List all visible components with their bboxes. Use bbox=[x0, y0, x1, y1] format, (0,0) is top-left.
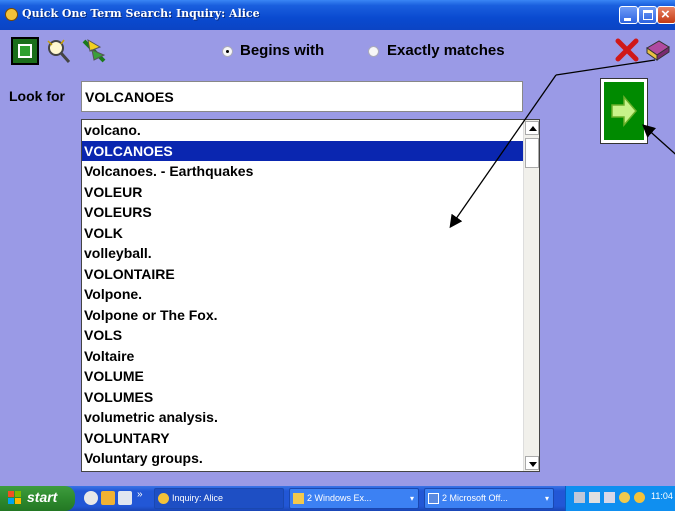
window-title: Quick One Term Search: Inquiry: Alice bbox=[22, 7, 260, 20]
tray-network-icon[interactable] bbox=[574, 492, 585, 503]
cancel-button[interactable] bbox=[613, 36, 641, 64]
list-item[interactable]: Volpone. bbox=[82, 284, 524, 305]
list-items: volcano. VOLCANOES Volcanoes. - Earthquake… bbox=[82, 120, 524, 469]
search-input[interactable] bbox=[81, 81, 523, 112]
maximize-button[interactable] bbox=[638, 6, 657, 24]
start-button[interactable]: start bbox=[0, 486, 75, 511]
scrollbar[interactable] bbox=[523, 120, 539, 471]
windows-flag-icon bbox=[8, 491, 21, 504]
browse-icon bbox=[82, 39, 106, 63]
quicklaunch-more-button[interactable]: » bbox=[137, 489, 143, 500]
scroll-thumb[interactable] bbox=[525, 138, 539, 168]
clock: 11:04 bbox=[651, 491, 673, 501]
list-item[interactable]: VOLEUR bbox=[82, 182, 524, 203]
list-item[interactable]: VOLUMES bbox=[82, 387, 524, 408]
arrow-down-icon bbox=[529, 462, 537, 467]
tray-display-icon[interactable] bbox=[589, 492, 600, 503]
list-item[interactable]: Voluntary groups. bbox=[82, 448, 524, 469]
arrow-right-icon bbox=[611, 94, 637, 128]
results-list[interactable]: volcano. VOLCANOES Volcanoes. - Earthquake… bbox=[81, 119, 540, 472]
arrow-up-icon bbox=[529, 126, 537, 131]
close-icon bbox=[615, 38, 639, 62]
toolbar: Begins with Exactly matches bbox=[0, 32, 675, 70]
help-button[interactable] bbox=[644, 36, 672, 64]
begins-with-radio[interactable] bbox=[222, 46, 233, 57]
tray-security-icon[interactable] bbox=[619, 492, 630, 503]
list-item[interactable]: volumetric analysis. bbox=[82, 407, 524, 428]
list-item[interactable]: VOLONTAIRE bbox=[82, 264, 524, 285]
minimize-button[interactable] bbox=[619, 6, 638, 24]
list-item[interactable]: VOLK bbox=[82, 223, 524, 244]
minimize-icon bbox=[624, 18, 631, 21]
quicklaunch-mail-icon[interactable] bbox=[101, 491, 115, 505]
close-icon: × bbox=[661, 6, 670, 23]
task-label: 2 Microsoft Off... bbox=[442, 493, 508, 503]
list-item[interactable]: volleyball. bbox=[82, 243, 524, 264]
chevron-down-icon: ▾ bbox=[409, 494, 414, 503]
list-item[interactable]: Volpone or The Fox. bbox=[82, 305, 524, 326]
display-button[interactable] bbox=[11, 37, 39, 65]
title-bar: Quick One Term Search: Inquiry: Alice × bbox=[0, 0, 675, 30]
scroll-up-button[interactable] bbox=[525, 121, 539, 135]
look-for-label: Look for bbox=[9, 88, 65, 104]
task-label: 2 Windows Ex... bbox=[307, 493, 372, 503]
list-item[interactable]: VOLS bbox=[82, 325, 524, 346]
list-item[interactable]: Volcanoes. - Earthquakes bbox=[82, 161, 524, 182]
list-item[interactable]: Voltaire bbox=[82, 346, 524, 367]
tray-printer-icon[interactable] bbox=[604, 492, 615, 503]
annotation-arrow-go bbox=[642, 124, 675, 155]
exactly-matches-label: Exactly matches bbox=[387, 42, 505, 59]
task-inquiry-alice[interactable]: Inquiry: Alice bbox=[154, 488, 284, 509]
list-item[interactable]: VOLUNTARY bbox=[82, 428, 524, 449]
inquiry-app-icon bbox=[158, 493, 169, 504]
quicklaunch-browser-icon[interactable] bbox=[84, 491, 98, 505]
tray-app-icon[interactable] bbox=[634, 492, 645, 503]
taskbar: start » Inquiry: Alice 2 Windows Ex... ▾… bbox=[0, 486, 675, 511]
browse-button[interactable] bbox=[80, 37, 108, 65]
list-item[interactable]: volcano. bbox=[82, 120, 524, 141]
list-item[interactable]: VOLCANOES bbox=[82, 140, 524, 161]
app-icon bbox=[5, 8, 18, 21]
app-window: Quick One Term Search: Inquiry: Alice × … bbox=[0, 0, 675, 511]
quicklaunch-desktop-icon[interactable] bbox=[118, 491, 132, 505]
book-icon bbox=[646, 40, 670, 61]
list-item[interactable]: VOLEURS bbox=[82, 202, 524, 223]
folder-icon bbox=[293, 493, 304, 504]
go-button[interactable] bbox=[600, 78, 648, 144]
office-icon bbox=[428, 493, 439, 504]
task-microsoft-office[interactable]: 2 Microsoft Off... ▾ bbox=[424, 488, 554, 509]
search-icon bbox=[47, 39, 71, 63]
close-window-button[interactable]: × bbox=[657, 6, 675, 24]
maximize-icon bbox=[643, 10, 653, 20]
task-label: Inquiry: Alice bbox=[172, 493, 224, 503]
begins-with-label: Begins with bbox=[240, 42, 325, 59]
exactly-matches-radio[interactable] bbox=[368, 46, 379, 57]
system-tray: 11:04 bbox=[565, 486, 675, 511]
display-icon bbox=[18, 44, 32, 58]
scroll-down-button[interactable] bbox=[525, 456, 539, 470]
search-button[interactable] bbox=[44, 37, 72, 65]
start-label: start bbox=[27, 489, 58, 505]
chevron-down-icon: ▾ bbox=[544, 494, 549, 503]
list-item[interactable]: VOLUME bbox=[82, 366, 524, 387]
task-windows-explorer[interactable]: 2 Windows Ex... ▾ bbox=[289, 488, 419, 509]
